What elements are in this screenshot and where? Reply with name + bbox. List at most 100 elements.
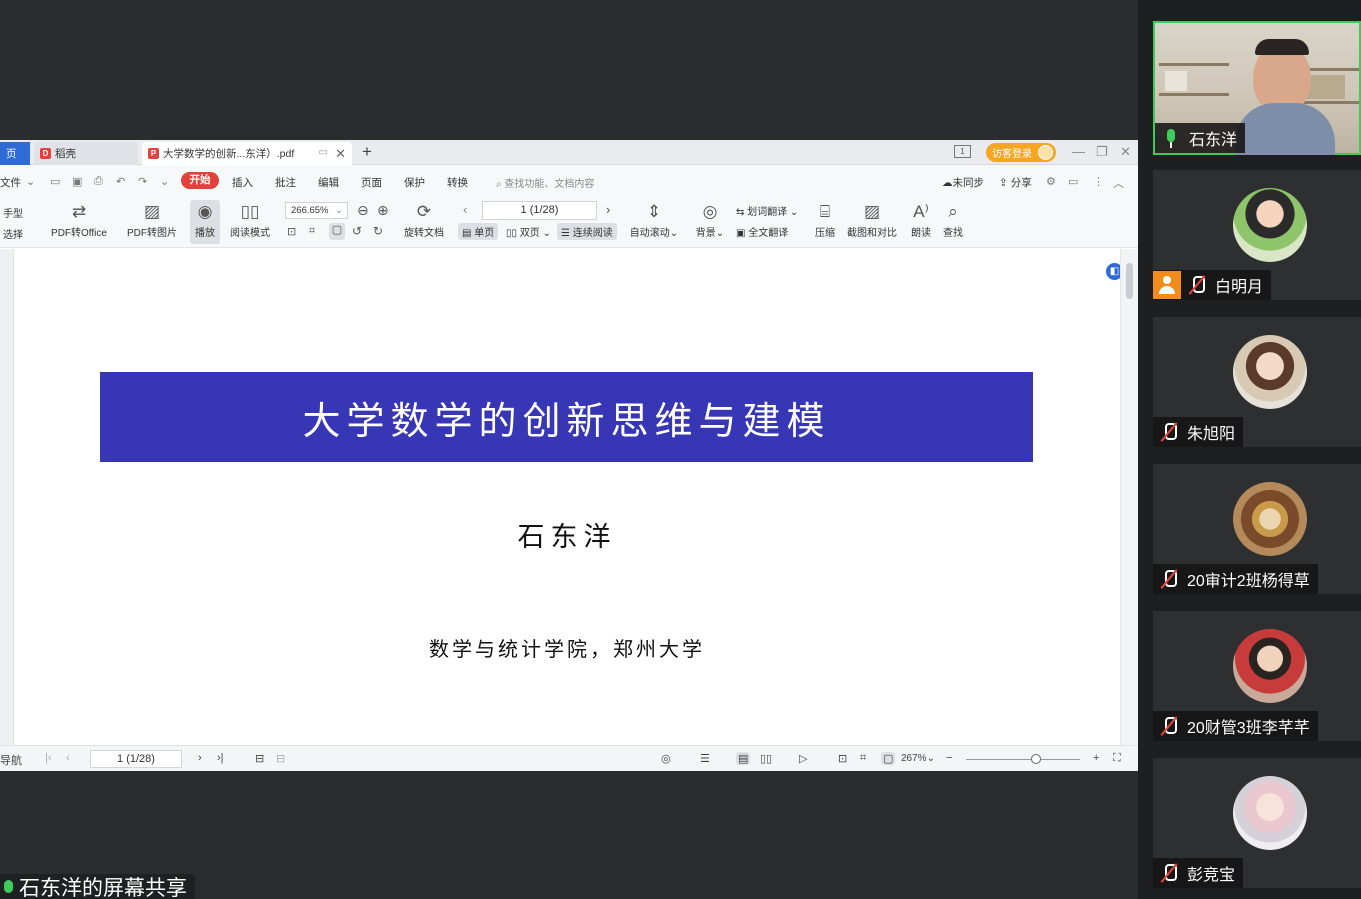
tab-document[interactable]: P 大学数学的创新...东洋）.pdf ▭ ✕	[142, 142, 352, 165]
fit-width-status-icon[interactable]: ▢	[881, 752, 896, 765]
background-button[interactable]: ◎ 背景⌄	[694, 202, 726, 239]
participant-tile[interactable]: 20审计2班杨得草	[1153, 464, 1361, 594]
quick-access-chevron-icon[interactable]: ⌄	[160, 175, 169, 188]
participant-tile[interactable]: 白明月	[1153, 170, 1361, 300]
share-button[interactable]: ⇪ 分享	[999, 175, 1032, 190]
zoom-slider[interactable]	[966, 759, 1080, 760]
compress-button[interactable]: ⌸ 压缩	[812, 202, 838, 239]
minimize-icon[interactable]: —	[1072, 144, 1085, 159]
zoom-level[interactable]: 267%⌄	[901, 753, 935, 764]
more-icon[interactable]: ⋮	[1093, 175, 1104, 188]
first-page-icon[interactable]: |‹	[45, 752, 52, 764]
zoom-in-icon[interactable]: ⊕	[377, 202, 389, 219]
participant-tile[interactable]: 20财管3班李芊芊	[1153, 611, 1361, 741]
close-window-icon[interactable]: ✕	[1120, 144, 1131, 160]
navigation-toggle[interactable]: 导航	[0, 752, 22, 768]
zoom-input[interactable]: 266.65% ⌄	[285, 202, 348, 219]
mic-active-icon	[4, 880, 13, 893]
sync-status-label: 未同步	[952, 177, 985, 189]
full-translate-button[interactable]: ▣ 全文翻译	[736, 224, 788, 239]
redo-icon[interactable]: ↷	[138, 175, 147, 188]
read-mode-button[interactable]: ▯▯ 阅读模式	[228, 202, 272, 239]
hand-tool[interactable]: 手型	[3, 205, 23, 220]
continuous-read-button[interactable]: ☰ 连续阅读	[557, 223, 617, 240]
pin-icon[interactable]: ▭	[319, 147, 328, 158]
participant-nameplate: 20审计2班杨得草	[1153, 564, 1318, 594]
rotate-right-icon[interactable]: ↻	[373, 224, 383, 238]
last-page-icon[interactable]: ›|	[217, 752, 224, 764]
next-page-icon[interactable]: ›	[606, 202, 610, 217]
word-translate-button[interactable]: ⇆ 划词翻译 ⌄	[736, 203, 798, 218]
actual-size-icon[interactable]: ⊡	[287, 225, 296, 238]
comment-icon[interactable]: ▭	[1068, 175, 1078, 188]
menu-protect[interactable]: 保护	[404, 175, 425, 190]
tab-daoke[interactable]: D 稻壳	[34, 142, 138, 165]
actual-size-status-icon[interactable]: ⊡	[838, 752, 847, 765]
participant-tile[interactable]: 朱旭阳	[1153, 317, 1361, 447]
menu-convert[interactable]: 转换	[447, 175, 468, 190]
feature-search[interactable]: ⌕ 查找功能、文档内容	[496, 175, 594, 190]
fullscreen-icon[interactable]: ⛶	[1113, 752, 1121, 765]
restore-icon[interactable]: ❐	[1096, 144, 1108, 160]
collapse-ribbon-icon[interactable]: ︿	[1113, 175, 1124, 191]
find-button[interactable]: ⌕ 查找	[940, 202, 966, 239]
participant-tile[interactable]: 彭竞宝	[1153, 758, 1361, 888]
new-tab-icon[interactable]: +	[362, 142, 372, 162]
status-page-input[interactable]: 1 (1/28)	[90, 750, 182, 768]
menu-page[interactable]: 页面	[361, 175, 382, 190]
menu-edit[interactable]: 编辑	[318, 175, 339, 190]
undo-icon[interactable]: ↶	[116, 175, 125, 188]
fit-page-status-icon[interactable]: ⌗	[860, 752, 866, 765]
auto-scroll-button[interactable]: ⇕ 自动滚动⌄	[628, 202, 680, 239]
select-tool[interactable]: 选择	[3, 226, 23, 241]
play-label: 播放	[195, 228, 215, 239]
menu-start[interactable]: 开始	[181, 172, 219, 189]
print-icon[interactable]: ⎙	[94, 175, 103, 188]
settings-icon[interactable]: ⚙	[1046, 175, 1056, 188]
fit-page-icon[interactable]: ⌗	[309, 225, 315, 238]
rotate-left-icon[interactable]: ↺	[352, 224, 362, 238]
zoom-slider-knob[interactable]	[1031, 754, 1041, 764]
rotate-document-button[interactable]: ⟳ 旋转文档	[402, 202, 446, 239]
page-count-icon[interactable]: 1	[954, 145, 971, 158]
close-tab-icon[interactable]: ✕	[335, 146, 346, 162]
vertical-scrollbar[interactable]	[1120, 249, 1138, 745]
page-input[interactable]: 1 (1/28)	[482, 201, 597, 220]
read-aloud-button[interactable]: A⁾ 朗读	[908, 202, 934, 239]
zoom-out-icon[interactable]: ⊖	[357, 202, 369, 219]
menu-annotate[interactable]: 批注	[275, 175, 296, 190]
scroll-thumb[interactable]	[1126, 263, 1133, 299]
continuous-mode-icon[interactable]: ☰	[700, 752, 710, 765]
zoom-dropdown-icon[interactable]: ⌄	[335, 203, 343, 218]
save-icon[interactable]: ▣	[72, 175, 82, 188]
single-mode-icon[interactable]: ▤	[736, 752, 751, 765]
zoom-out-status-icon[interactable]: −	[946, 752, 952, 764]
next-page-status-icon[interactable]: ›	[198, 752, 202, 764]
chevron-down-icon[interactable]: ⌄	[26, 175, 35, 188]
forward-icon[interactable]: ⊟	[276, 752, 285, 765]
zoom-in-status-icon[interactable]: +	[1093, 752, 1099, 764]
document-viewport[interactable]: 大学数学的创新思维与建模 石东洋 数学与统计学院，郑州大学 ◧	[0, 249, 1138, 745]
guest-login-button[interactable]: 访客登录	[986, 143, 1056, 162]
single-page-button[interactable]: ▤ 单页	[458, 223, 499, 240]
mic-muted-icon	[1187, 275, 1207, 295]
prev-page-status-icon[interactable]: ‹	[66, 752, 70, 764]
double-page-button[interactable]: ▯▯ 双页 ⌄	[506, 224, 551, 239]
back-icon[interactable]: ⊟	[255, 752, 264, 765]
play-button[interactable]: ◉ 播放	[190, 200, 220, 244]
play-status-icon[interactable]: ▷	[799, 752, 807, 765]
tab-home[interactable]: 页	[0, 142, 30, 165]
double-mode-icon[interactable]: ▯▯	[760, 752, 772, 765]
sync-status[interactable]: ☁未同步	[942, 175, 984, 190]
pdf-to-office-button[interactable]: ⇄ PDF转Office	[47, 202, 111, 239]
pdf-to-image-button[interactable]: ▨ PDF转图片	[126, 202, 178, 239]
prev-page-icon[interactable]: ‹	[463, 202, 467, 217]
eye-mode-icon[interactable]: ◎	[661, 752, 671, 765]
menu-file[interactable]: 文件	[0, 175, 21, 190]
participant-tile[interactable]: 石东洋	[1153, 21, 1361, 155]
screenshot-compare-button[interactable]: ▨ 截图和对比	[845, 202, 899, 239]
fit-width-icon[interactable]: ▢	[329, 223, 345, 240]
open-folder-icon[interactable]: ▭	[50, 175, 60, 188]
menu-insert[interactable]: 插入	[232, 175, 253, 190]
menu-bar: 文件 ⌄ ▭ ▣ ⎙ ↶ ↷ ⌄ 开始 插入 批注 编辑 页面 保护 转换 ⌕ …	[0, 165, 1138, 196]
